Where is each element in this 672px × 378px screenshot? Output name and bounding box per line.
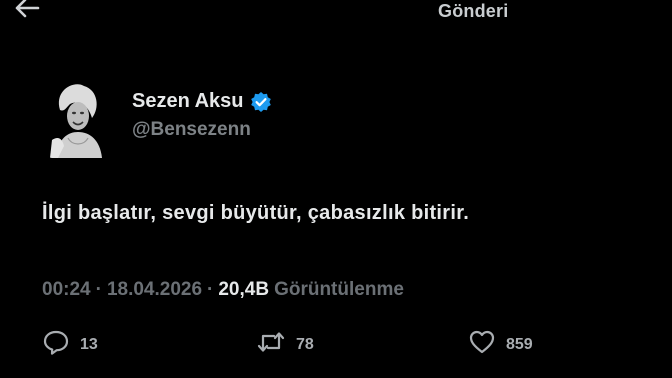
- user-handle[interactable]: @Bensezenn: [132, 119, 272, 141]
- heart-icon: [468, 328, 496, 361]
- back-button[interactable]: [10, 0, 44, 24]
- like-button[interactable]: 859: [468, 328, 533, 361]
- reply-button[interactable]: 13: [42, 328, 98, 361]
- meta-separator: ·: [95, 279, 102, 300]
- retweet-count: 78: [296, 335, 314, 353]
- tweet-date[interactable]: 18.04.2026: [107, 279, 202, 301]
- retweet-icon: [256, 328, 286, 361]
- tweet-meta: 00:24 · 18.04.2026 · 20,4B Görüntülenme: [42, 279, 404, 301]
- meta-separator: ·: [207, 279, 214, 300]
- avatar[interactable]: [48, 80, 106, 158]
- display-name: Sezen Aksu: [132, 90, 244, 112]
- top-bar: Gönderi: [0, 0, 672, 26]
- reply-icon: [42, 328, 70, 361]
- reply-count: 13: [80, 335, 98, 353]
- like-count: 859: [506, 335, 533, 353]
- action-bar: 13 78 859: [0, 328, 672, 362]
- profile-photo: [48, 80, 106, 158]
- tweet-text: İlgi başlatır, sevgi büyütür, çabasızlık…: [42, 202, 470, 224]
- verified-badge-icon: [250, 91, 272, 113]
- display-name-row[interactable]: Sezen Aksu: [132, 90, 272, 113]
- views-label: Görüntülenme: [274, 279, 404, 300]
- retweet-button[interactable]: 78: [256, 328, 314, 361]
- arrow-left-icon: [14, 0, 40, 24]
- views-count: 20,4B: [218, 279, 270, 300]
- tweet-time[interactable]: 00:24: [42, 279, 91, 301]
- author-names: Sezen Aksu @Bensezenn: [132, 90, 272, 141]
- tweet-author: Sezen Aksu @Bensezenn: [48, 80, 448, 160]
- page-title: Gönderi: [438, 1, 509, 21]
